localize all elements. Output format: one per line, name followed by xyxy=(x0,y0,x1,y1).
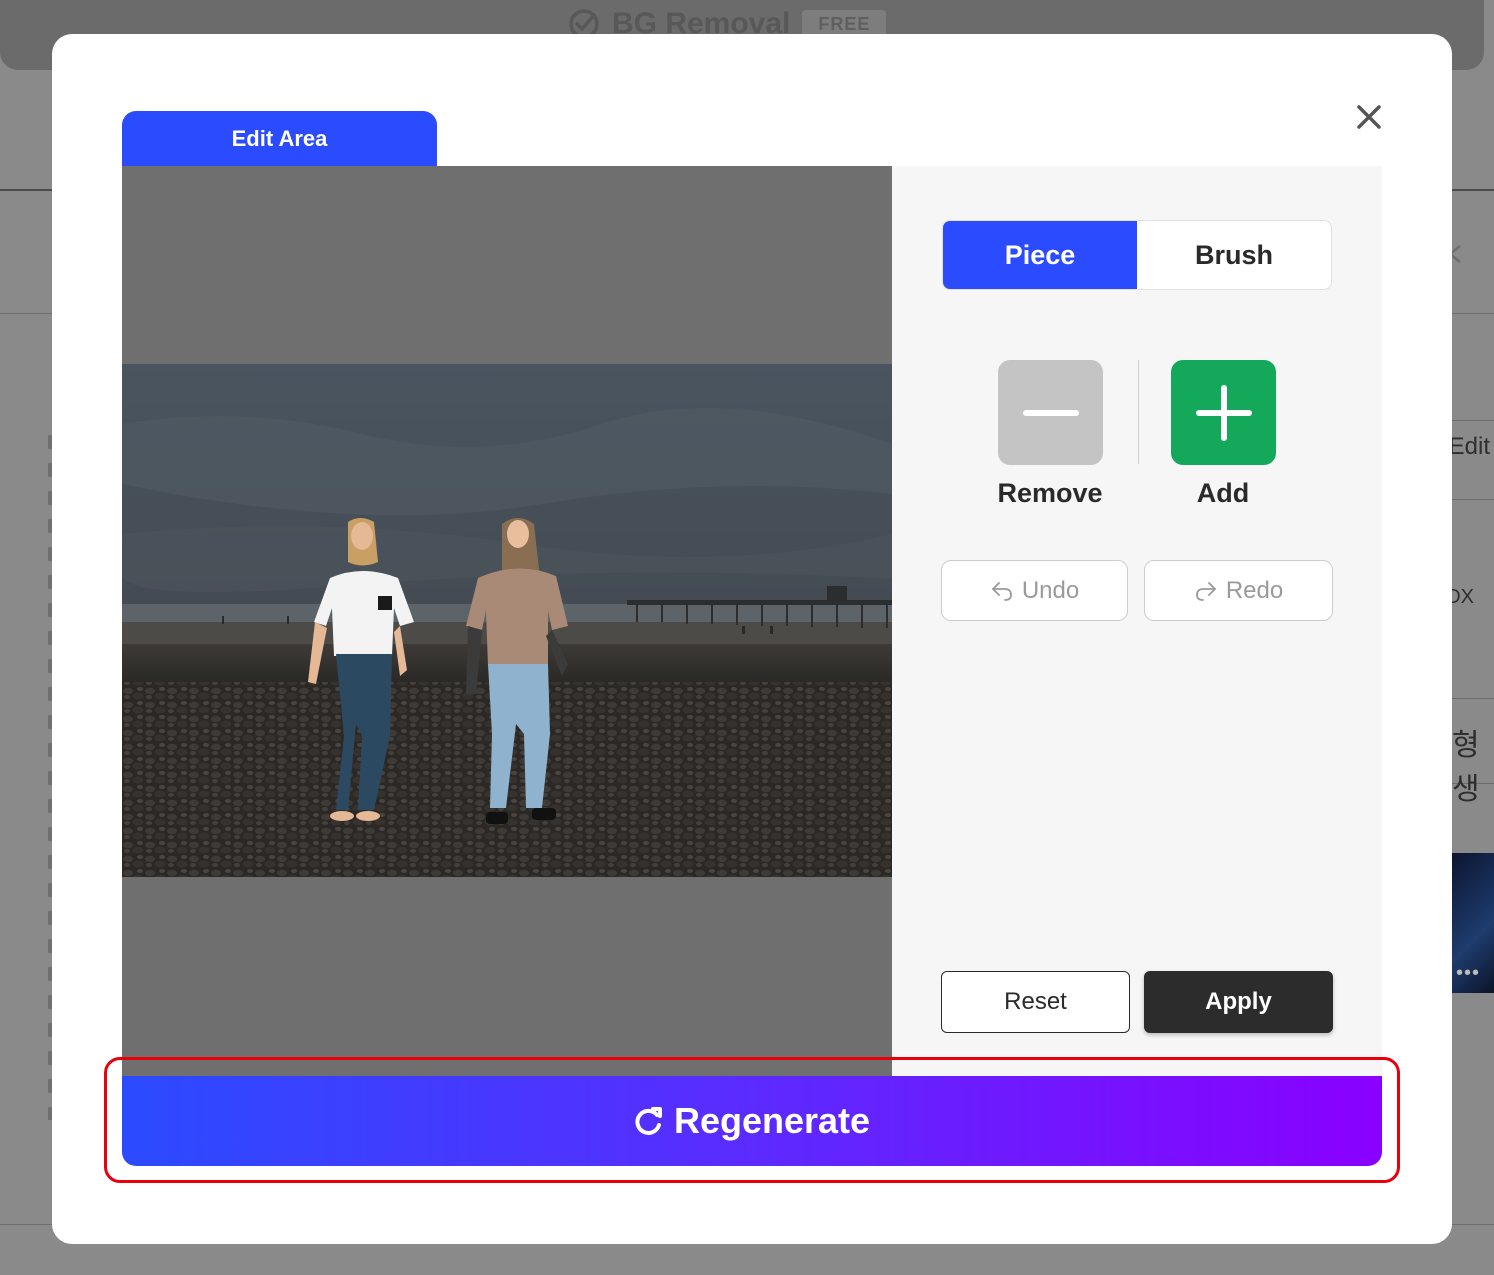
piece-tab[interactable]: Piece xyxy=(943,221,1137,289)
tool-panel: Piece Brush Remove Add Undo Redo Reset A… xyxy=(892,166,1382,1076)
undo-icon xyxy=(991,581,1012,601)
regenerate-label: Regenerate xyxy=(673,1100,871,1141)
add-mode-button[interactable] xyxy=(1171,360,1276,465)
background-side-item: Edit xyxy=(1448,420,1494,500)
add-label: Add xyxy=(1196,478,1250,508)
regenerate-button[interactable]: Regenerate xyxy=(122,1076,1382,1166)
tool-segmented-control: Piece Brush xyxy=(942,220,1332,290)
redo-label: Redo xyxy=(1225,576,1284,604)
tab-edit-area[interactable]: Edit Area xyxy=(122,111,437,166)
apply-button[interactable]: Apply xyxy=(1144,971,1333,1033)
remove-mode-button[interactable] xyxy=(998,360,1103,465)
plus-icon xyxy=(1195,384,1252,441)
more-dots-icon: ••• xyxy=(1456,962,1481,984)
undo-label: Undo xyxy=(1021,576,1080,604)
remove-label: Remove xyxy=(997,478,1103,508)
background-edit-text: Edit xyxy=(1448,433,1490,460)
minus-icon xyxy=(1022,409,1079,416)
background-side-item: 형 생 xyxy=(1452,698,1494,806)
background-side-item: DX xyxy=(1446,498,1494,699)
mode-divider xyxy=(1138,360,1139,464)
background-korean-text: 형 생 xyxy=(1452,729,1480,806)
undo-button[interactable]: Undo xyxy=(941,560,1128,621)
refresh-icon xyxy=(635,1107,662,1135)
reset-button[interactable]: Reset xyxy=(941,971,1130,1033)
edit-modal: Edit Area Piece Brush Remove Add Undo Re… xyxy=(52,34,1452,1244)
brush-tab[interactable]: Brush xyxy=(1137,221,1331,289)
close-button[interactable] xyxy=(1352,100,1386,134)
close-icon xyxy=(1357,105,1381,129)
redo-icon xyxy=(1195,581,1216,601)
edit-canvas[interactable] xyxy=(122,166,892,1076)
beach-photo[interactable] xyxy=(122,364,892,877)
redo-button[interactable]: Redo xyxy=(1144,560,1333,621)
